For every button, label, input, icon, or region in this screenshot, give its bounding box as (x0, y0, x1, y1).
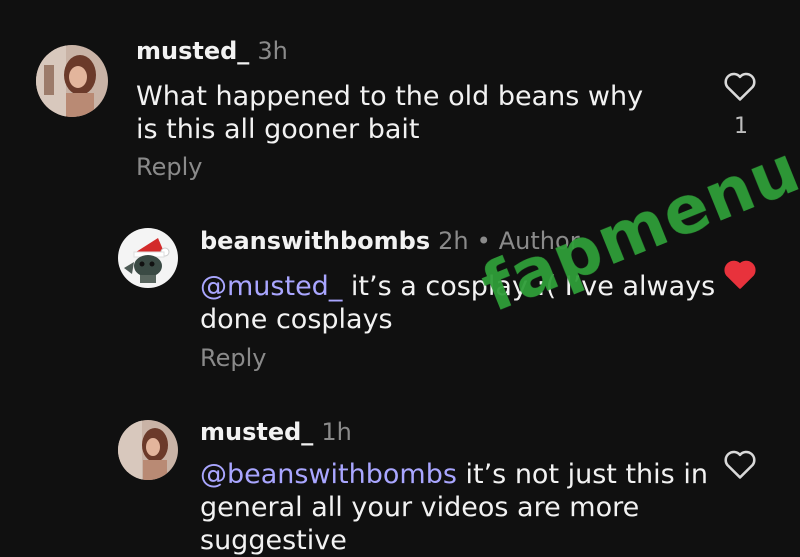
timestamp: 3h (257, 37, 288, 65)
reply-button[interactable]: Reply (136, 153, 202, 181)
comment-meta: musted_ 3h (136, 37, 288, 65)
heart-filled-icon[interactable] (723, 258, 757, 294)
mention-link[interactable]: @beanswithbombs (200, 459, 457, 490)
heart-icon[interactable] (723, 448, 757, 484)
avatar[interactable] (118, 228, 178, 288)
mention-link[interactable]: @musted_ (200, 271, 342, 302)
heart-icon[interactable] (723, 70, 757, 106)
comment-text: @musted_ it’s a cosplay :( I’ve always d… (200, 270, 720, 336)
like-count: 1 (734, 114, 748, 139)
username[interactable]: musted_ (200, 418, 313, 446)
comment-body: What happened to the old beans why is th… (136, 81, 644, 145)
timestamp: 1h (321, 418, 352, 446)
username[interactable]: beanswithbombs (200, 227, 430, 255)
comment-meta: musted_ 1h (200, 418, 352, 446)
avatar[interactable] (118, 420, 178, 480)
username[interactable]: musted_ (136, 37, 249, 65)
reply-button[interactable]: Reply (200, 344, 266, 372)
comment-text: What happened to the old beans why is th… (136, 80, 656, 146)
comment-text: @beanswithbombs it’s not just this in ge… (200, 458, 720, 557)
avatar[interactable] (36, 45, 108, 117)
timestamp: 2h (438, 227, 469, 255)
comment-3: musted_ 1h @beanswithbombs it’s not just … (0, 400, 800, 556)
